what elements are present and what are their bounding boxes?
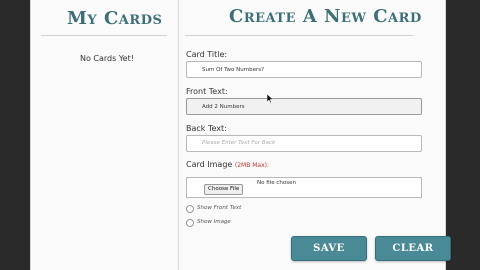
show-image-label: Show Image xyxy=(197,219,231,225)
card-title-input[interactable] xyxy=(186,61,422,78)
card-image-label-text: Card Image xyxy=(186,160,233,169)
my-cards-panel: My Cards No Cards Yet! xyxy=(31,0,179,270)
empty-cards-message: No Cards Yet! xyxy=(80,54,134,63)
file-status: No file chosen xyxy=(257,180,296,186)
app-window: My Cards No Cards Yet! Create A New Card… xyxy=(30,0,451,270)
back-text-input[interactable]: Please Enter Text For Back xyxy=(186,135,422,152)
save-button[interactable]: SAVE xyxy=(291,236,367,261)
clear-button[interactable]: CLEAR xyxy=(375,236,451,261)
card-image-label: Card Image (2MB Max): xyxy=(186,160,269,169)
create-card-panel: Create A New Card Card Title: Front Text… xyxy=(179,0,451,270)
back-text-label: Back Text: xyxy=(186,124,227,133)
show-front-text-label: Show Front Text xyxy=(197,205,242,211)
divider xyxy=(41,35,167,36)
front-text-label: Front Text: xyxy=(186,87,228,96)
card-title-label: Card Title: xyxy=(186,50,228,59)
show-front-text-checkbox[interactable] xyxy=(186,205,194,213)
mouse-cursor-icon xyxy=(267,94,273,103)
choose-file-button[interactable]: Choose File xyxy=(204,184,244,195)
front-text-input[interactable] xyxy=(186,98,422,115)
size-limit-note: (2MB Max): xyxy=(234,162,269,169)
file-upload-field: Choose File No file chosen xyxy=(186,177,422,198)
show-image-checkbox[interactable] xyxy=(186,219,194,227)
divider xyxy=(185,35,413,36)
my-cards-heading: My Cards xyxy=(67,8,163,29)
create-card-heading: Create A New Card xyxy=(229,6,422,27)
